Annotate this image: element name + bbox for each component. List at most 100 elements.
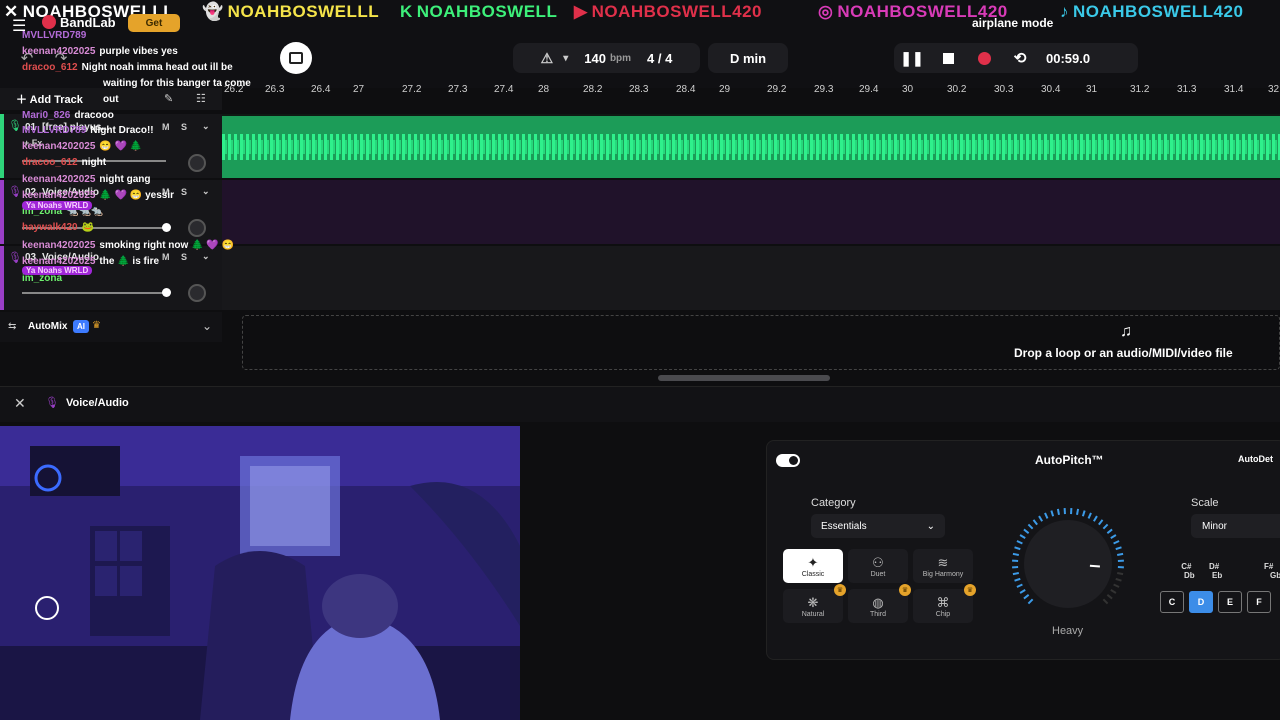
effect-label: Chip <box>935 610 951 618</box>
ruler-tick: 30 <box>902 84 914 95</box>
playback-group: ❚❚ ⟲ 00:59.0 <box>894 43 1138 73</box>
effect-label: Duet <box>870 570 886 578</box>
effect-label: Big Harmony <box>922 570 964 578</box>
track-lane-03[interactable] <box>222 246 1280 310</box>
chat-username: MVLLVRD789 <box>22 30 87 41</box>
key-e[interactable]: E <box>1218 591 1242 613</box>
kick-icon: K <box>400 2 413 21</box>
ruler-tick: 30.2 <box>947 84 967 95</box>
loop-icon[interactable]: ⟲ <box>1002 49 1038 67</box>
chat-text: waiting for this banger ta come <box>103 78 251 89</box>
amount-knob[interactable] <box>1008 502 1138 626</box>
ruler-tick: 31.3 <box>1177 84 1197 95</box>
knob-tick <box>1113 540 1120 545</box>
chevron-down-icon: ⌄ <box>926 520 935 532</box>
chat-message: keenan4202025 smoking right now 🌲 💜 😁 <box>22 240 234 251</box>
knob-pointer <box>1089 564 1100 568</box>
record-icon[interactable] <box>966 51 1002 65</box>
key-selector[interactable]: D min <box>708 43 788 73</box>
key-f[interactable]: F <box>1247 591 1271 613</box>
pause-icon[interactable]: ❚❚ <box>894 50 930 67</box>
knob-tick <box>1110 534 1117 539</box>
ruler-tick: 28.4 <box>676 84 696 95</box>
tempo-value[interactable]: 140 <box>584 51 606 66</box>
effect-label: Natural <box>801 610 825 618</box>
third-icon: ◍ <box>872 594 884 610</box>
effect-duet[interactable]: ⚇ Duet <box>848 549 908 583</box>
mixer-toggle-button[interactable] <box>280 42 312 74</box>
knob-tick <box>1014 577 1021 582</box>
chat-text: purple vibes yes <box>99 46 178 57</box>
knob-tick <box>1023 528 1030 534</box>
horizontal-scrollbar[interactable] <box>658 375 830 381</box>
ruler-tick: 29 <box>719 84 731 95</box>
knob-tick <box>1050 510 1055 517</box>
knob-tick <box>1117 572 1124 576</box>
time-display: 00:59.0 <box>1046 50 1091 66</box>
chat-badge: Ya Noahs WRLD <box>22 201 93 210</box>
panel-header <box>0 386 1280 422</box>
scale-label: Scale <box>1191 497 1219 509</box>
audio-clip-track-01[interactable] <box>222 116 1280 178</box>
autodetect-label[interactable]: AutoDet <box>1238 454 1280 470</box>
chat-username: keenan4202025 <box>22 46 96 57</box>
snapchat-icon: 👻 <box>202 2 224 21</box>
knob-tick <box>1113 583 1120 588</box>
knob-tick <box>1014 546 1021 551</box>
effect-natural[interactable]: ❋ Natural <box>783 589 843 623</box>
ruler-tick: 30.4 <box>1041 84 1061 95</box>
effect-chip[interactable]: ⌘ Chip <box>913 589 973 623</box>
key-fsharp[interactable]: F# Gb <box>1264 562 1280 580</box>
key-c[interactable]: C <box>1160 591 1184 613</box>
chat-message: MVLLVRD789 <box>22 30 90 41</box>
time-signature[interactable]: 4 / 4 <box>647 51 672 66</box>
chat-message: Mari0_826 dracooo <box>22 110 114 121</box>
ruler-tick: 26.4 <box>311 84 331 95</box>
chat-username: keenan4202025 <box>22 141 96 152</box>
chat-text: dracooo <box>74 110 114 121</box>
chat-text: Night Draco!! <box>90 125 154 136</box>
knob-tick <box>1019 534 1026 539</box>
mic-icon: 🎙 <box>45 397 59 409</box>
ruler-tick: 27 <box>353 84 365 95</box>
autopitch-toggle[interactable] <box>776 454 800 467</box>
chevron-down-icon[interactable]: ⌄ <box>202 319 212 333</box>
automix-label[interactable]: AutoMix <box>28 321 67 332</box>
chat-text: 😁 💜 🌲 <box>99 141 143 152</box>
ruler-tick: 28.3 <box>629 84 649 95</box>
app-logo: BandLab <box>60 15 116 30</box>
social-handle-kick: K NOAHBOSWELL <box>400 2 558 21</box>
key-dsharp[interactable]: D# Eb <box>1206 562 1222 580</box>
track-lane-02[interactable] <box>222 180 1280 244</box>
effect-label: Classic <box>801 570 825 578</box>
crown-icon: ♛ <box>899 584 911 596</box>
category-dropdown[interactable]: Essentials ⌄ <box>811 514 945 538</box>
stop-icon[interactable] <box>930 52 966 64</box>
social-handle-tiktok: ♪ NOAHBOSWELL420 <box>1060 2 1244 21</box>
youtube-icon: ▶ <box>574 2 588 21</box>
knob-tick <box>1016 583 1023 588</box>
chat-text: Night noah imma head out ill be <box>81 62 233 73</box>
metronome-icon[interactable]: ⚠ <box>541 50 554 67</box>
chevron-down-icon[interactable]: ▾ <box>563 53 568 64</box>
track-color-strip-01 <box>0 114 4 178</box>
crown-icon: ♛ <box>834 584 846 596</box>
key-d[interactable]: D <box>1189 591 1213 613</box>
knob-body[interactable] <box>1024 520 1112 608</box>
knob-tick <box>1012 552 1019 556</box>
effect-third[interactable]: ◍ Third <box>848 589 908 623</box>
scale-dropdown[interactable]: Minor <box>1191 514 1280 538</box>
key-csharp[interactable]: C# Db <box>1178 562 1194 580</box>
scale-keys: CDEF <box>1160 591 1280 615</box>
panel-title: Voice/Audio <box>66 397 129 409</box>
timeline-ruler[interactable]: 26.2 26.3 26.4 27 27.2 27.3 27.4 28 28.2 28.3 28.4… <box>222 84 1280 98</box>
knob-tick <box>1102 598 1109 605</box>
knob-tick <box>1106 594 1113 600</box>
ruler-tick: 31 <box>1086 84 1098 95</box>
close-icon[interactable]: ✕ <box>14 395 26 412</box>
category-label: Category <box>811 497 856 509</box>
chat-text: smoking right now 🌲 💜 😁 <box>99 240 234 251</box>
chat-message: keenan4202025 😁 💜 🌲 <box>22 141 142 152</box>
effect-classic[interactable]: ✦ Classic <box>783 549 843 583</box>
effect-big-harmony[interactable]: ≋ Big Harmony <box>913 549 973 583</box>
